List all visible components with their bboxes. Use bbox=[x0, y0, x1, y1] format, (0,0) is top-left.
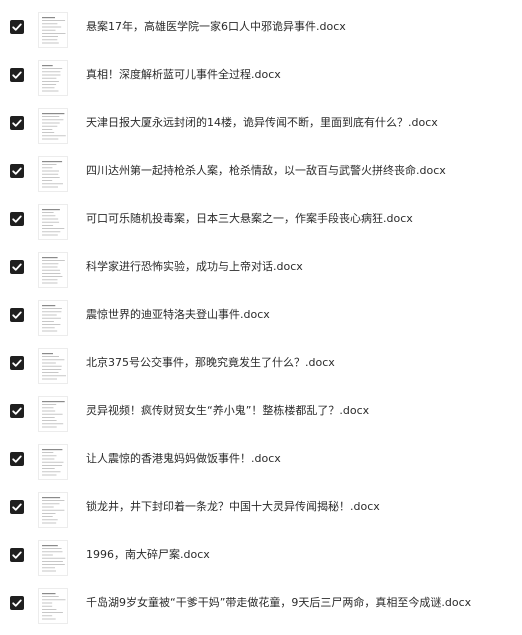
file-row[interactable]: 北京375号公交事件，那晚究竟发生了什么？.docx bbox=[0, 348, 522, 396]
checkbox-checked-icon[interactable] bbox=[10, 404, 24, 418]
file-row[interactable]: 科学家进行恐怖实验，成功与上帝对话.docx bbox=[0, 252, 522, 300]
checkbox-checked-icon[interactable] bbox=[10, 308, 24, 322]
document-thumbnail-icon bbox=[38, 12, 68, 48]
checkbox-checked-icon[interactable] bbox=[10, 452, 24, 466]
checkbox-checked-icon[interactable] bbox=[10, 212, 24, 226]
file-row[interactable]: 锁龙井，井下封印着一条龙？中国十大灵异传闻揭秘！.docx bbox=[0, 492, 522, 540]
document-thumbnail-icon bbox=[38, 156, 68, 192]
file-name[interactable]: 可口可乐随机投毒案，日本三大悬案之一，作案手段丧心病狂.docx bbox=[86, 211, 413, 227]
document-thumbnail-icon bbox=[38, 348, 68, 384]
checkbox-checked-icon[interactable] bbox=[10, 356, 24, 370]
document-thumbnail-icon bbox=[38, 588, 68, 624]
file-name[interactable]: 锁龙井，井下封印着一条龙？中国十大灵异传闻揭秘！.docx bbox=[86, 499, 380, 515]
file-name[interactable]: 四川达州第一起持枪杀人案，枪杀情敌，以一敌百与武警火拼终丧命.docx bbox=[86, 163, 446, 179]
checkbox-checked-icon[interactable] bbox=[10, 596, 24, 610]
file-row[interactable]: 灵异视频！疯传财贸女生“养小鬼”！整栋楼都乱了？.docx bbox=[0, 396, 522, 444]
checkbox-checked-icon[interactable] bbox=[10, 164, 24, 178]
file-name[interactable]: 1996，南大碎尸案.docx bbox=[86, 547, 210, 563]
document-thumbnail-icon bbox=[38, 108, 68, 144]
file-row[interactable]: 千岛湖9岁女童被“干爹干妈”带走做花童，9天后三尸两命，真相至今成谜.docx bbox=[0, 588, 522, 635]
file-name[interactable]: 真相！深度解析蓝可儿事件全过程.docx bbox=[86, 67, 281, 83]
file-name[interactable]: 北京375号公交事件，那晚究竟发生了什么？.docx bbox=[86, 355, 335, 371]
checkbox-checked-icon[interactable] bbox=[10, 500, 24, 514]
file-row[interactable]: 震惊世界的迪亚特洛夫登山事件.docx bbox=[0, 300, 522, 348]
document-thumbnail-icon bbox=[38, 396, 68, 432]
checkbox-checked-icon[interactable] bbox=[10, 68, 24, 82]
file-row[interactable]: 可口可乐随机投毒案，日本三大悬案之一，作案手段丧心病狂.docx bbox=[0, 204, 522, 252]
checkbox-checked-icon[interactable] bbox=[10, 260, 24, 274]
file-row[interactable]: 悬案17年，高雄医学院一家6口人中邪诡异事件.docx bbox=[0, 12, 522, 60]
checkbox-checked-icon[interactable] bbox=[10, 116, 24, 130]
file-name[interactable]: 灵异视频！疯传财贸女生“养小鬼”！整栋楼都乱了？.docx bbox=[86, 403, 369, 419]
file-name[interactable]: 天津日报大厦永远封闭的14楼，诡异传闻不断，里面到底有什么？.docx bbox=[86, 115, 438, 131]
document-thumbnail-icon bbox=[38, 540, 68, 576]
file-list: 悬案17年，高雄医学院一家6口人中邪诡异事件.docx 真相！深度解析蓝可儿事件全… bbox=[0, 0, 522, 635]
document-thumbnail-icon bbox=[38, 300, 68, 336]
file-name[interactable]: 震惊世界的迪亚特洛夫登山事件.docx bbox=[86, 307, 270, 323]
document-thumbnail-icon bbox=[38, 204, 68, 240]
file-name[interactable]: 科学家进行恐怖实验，成功与上帝对话.docx bbox=[86, 259, 303, 275]
file-row[interactable]: 1996，南大碎尸案.docx bbox=[0, 540, 522, 588]
checkbox-checked-icon[interactable] bbox=[10, 548, 24, 562]
file-name[interactable]: 悬案17年，高雄医学院一家6口人中邪诡异事件.docx bbox=[86, 19, 346, 35]
file-row[interactable]: 真相！深度解析蓝可儿事件全过程.docx bbox=[0, 60, 522, 108]
file-row[interactable]: 天津日报大厦永远封闭的14楼，诡异传闻不断，里面到底有什么？.docx bbox=[0, 108, 522, 156]
document-thumbnail-icon bbox=[38, 492, 68, 528]
checkbox-checked-icon[interactable] bbox=[10, 20, 24, 34]
file-name[interactable]: 千岛湖9岁女童被“干爹干妈”带走做花童，9天后三尸两命，真相至今成谜.docx bbox=[86, 595, 471, 611]
document-thumbnail-icon bbox=[38, 444, 68, 480]
document-thumbnail-icon bbox=[38, 252, 68, 288]
document-thumbnail-icon bbox=[38, 60, 68, 96]
file-row[interactable]: 让人震惊的香港鬼妈妈做饭事件！.docx bbox=[0, 444, 522, 492]
file-name[interactable]: 让人震惊的香港鬼妈妈做饭事件！.docx bbox=[86, 451, 281, 467]
file-row[interactable]: 四川达州第一起持枪杀人案，枪杀情敌，以一敌百与武警火拼终丧命.docx bbox=[0, 156, 522, 204]
